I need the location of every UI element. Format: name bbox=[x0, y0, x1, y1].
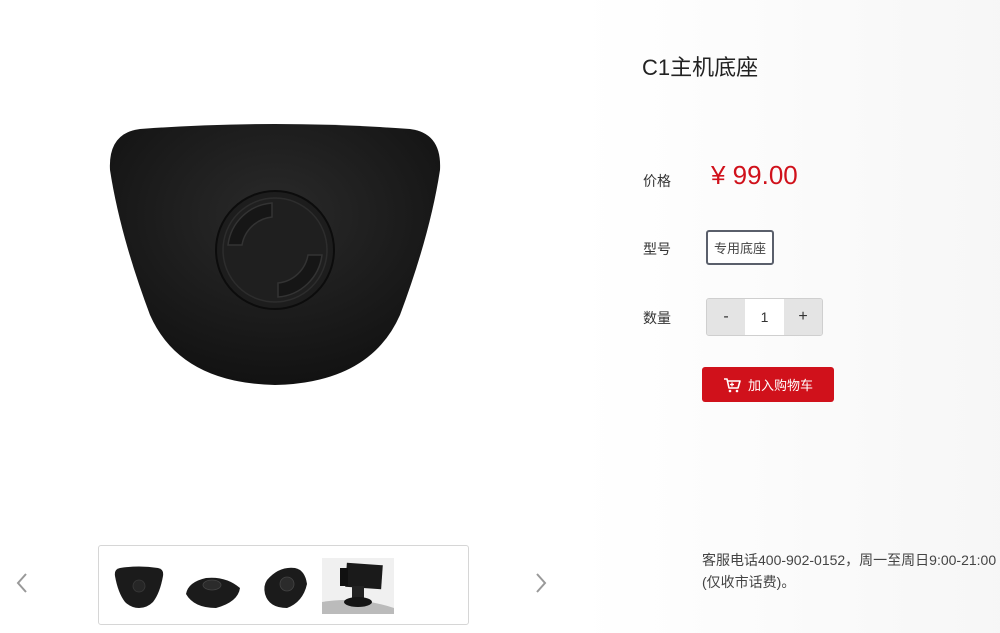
cart-icon bbox=[723, 377, 741, 392]
thumbnail-base-angle[interactable] bbox=[176, 558, 248, 614]
quantity-decrease-button[interactable]: - bbox=[707, 299, 745, 335]
service-note-line: (仅收市话费)。 bbox=[702, 574, 796, 590]
product-main-image bbox=[100, 115, 450, 405]
thumbnail-strip bbox=[98, 545, 469, 625]
customer-service-info: 客服电话400-902-0152，周一至周日9:00-21:00 (仅收市话费)… bbox=[702, 549, 997, 593]
model-label: 型号 bbox=[643, 241, 671, 257]
thumbnail-base-front[interactable] bbox=[103, 558, 175, 614]
price-label: 价格 bbox=[643, 173, 671, 189]
service-phone-line: 客服电话400-902-0152，周一至周日9:00-21:00 bbox=[702, 552, 997, 568]
product-title: C1主机底座 bbox=[642, 55, 759, 80]
gallery-next-arrow[interactable] bbox=[531, 568, 551, 598]
product-price: ¥ 99.00 bbox=[711, 160, 798, 190]
quantity-increase-button[interactable]: + bbox=[784, 299, 822, 335]
add-to-cart-label: 加入购物车 bbox=[747, 378, 813, 393]
model-option-button[interactable]: 专用底座 bbox=[706, 230, 775, 265]
quantity-label: 数量 bbox=[643, 310, 671, 326]
thumbnail-base-mounted[interactable] bbox=[322, 558, 394, 614]
gallery-prev-arrow[interactable] bbox=[12, 568, 32, 598]
add-to-cart-button[interactable]: 加入购物车 bbox=[702, 367, 834, 402]
quantity-stepper: - + bbox=[706, 298, 823, 336]
quantity-input[interactable] bbox=[745, 299, 784, 335]
thumbnail-base-side[interactable] bbox=[249, 558, 321, 614]
